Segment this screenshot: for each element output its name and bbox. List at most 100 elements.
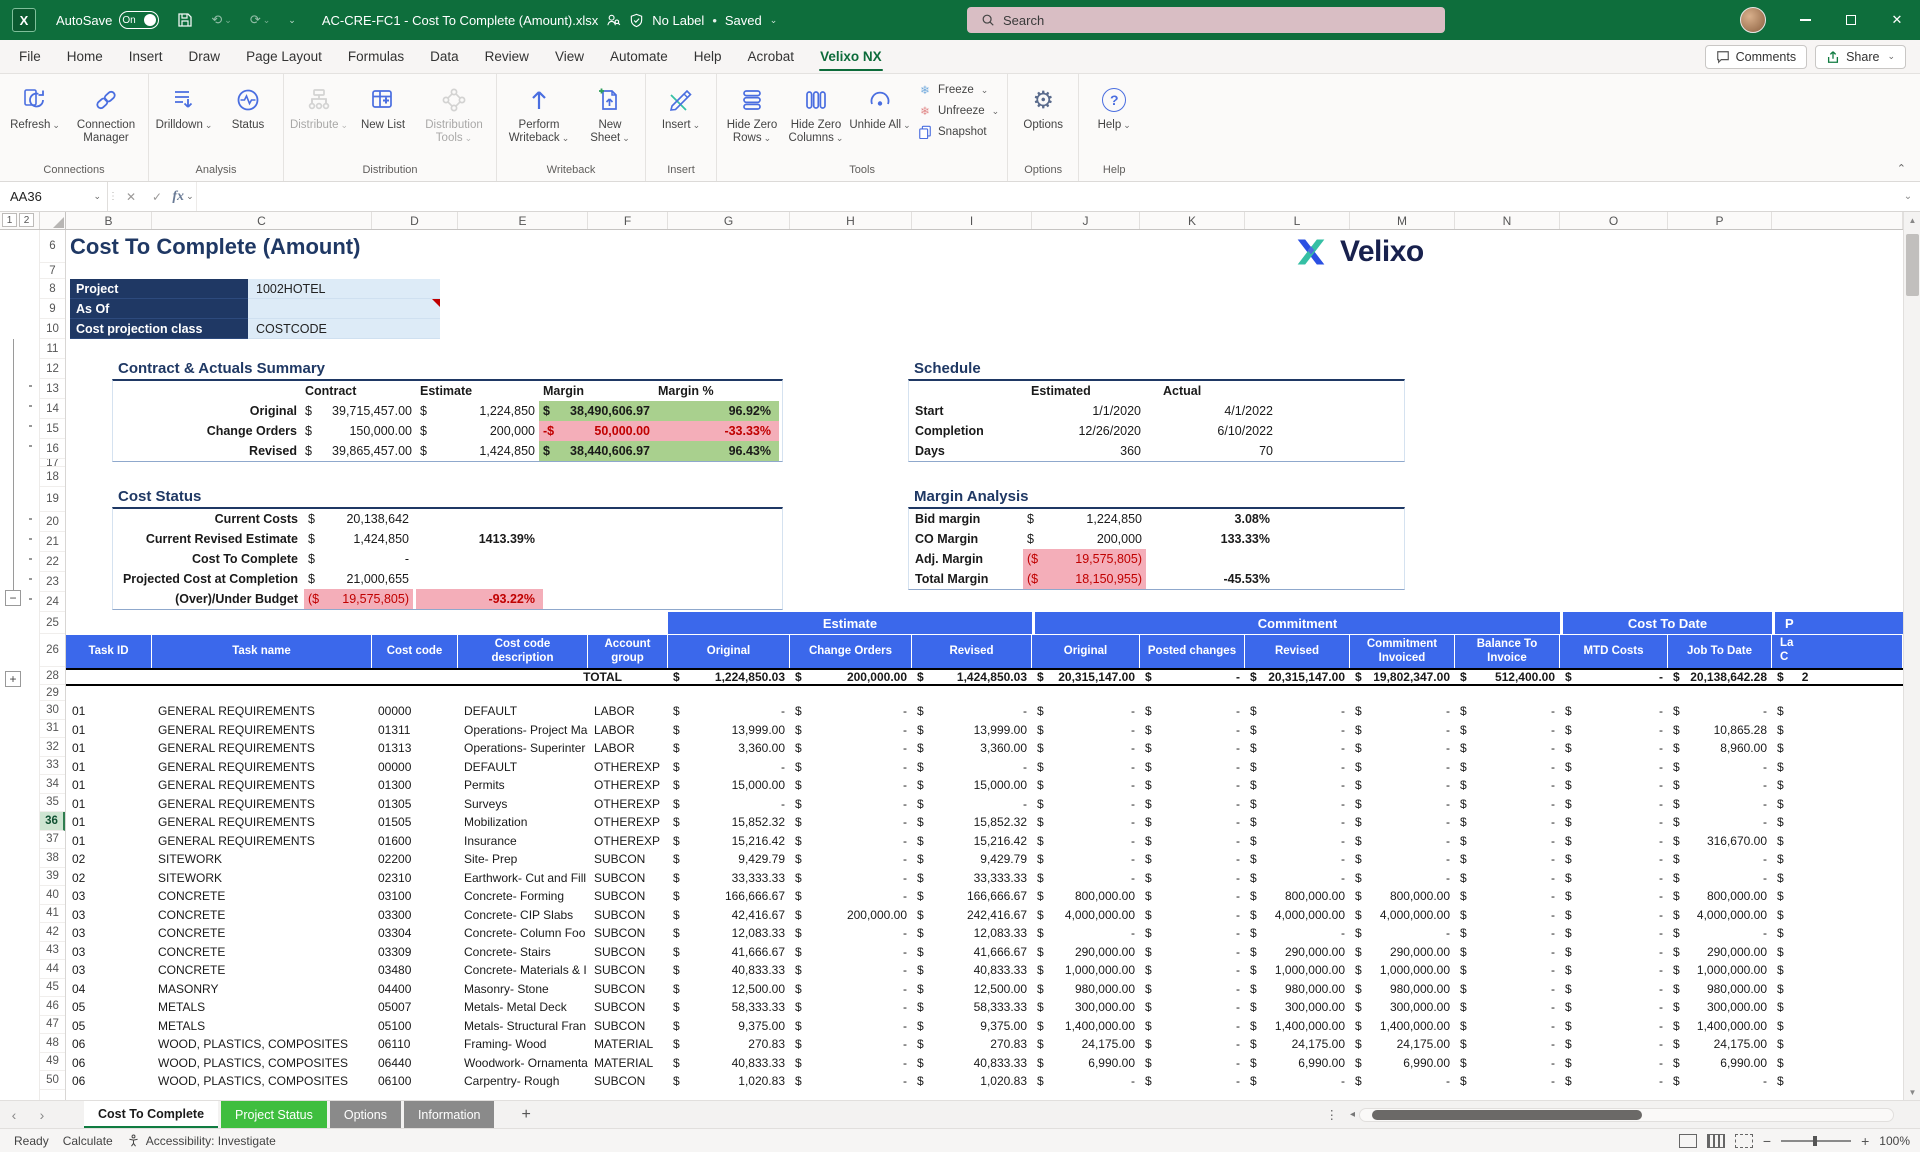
- row-header[interactable]: 24: [40, 592, 65, 612]
- row-header[interactable]: 29: [40, 685, 65, 701]
- unhide-all-button[interactable]: Unhide All⌄: [849, 78, 911, 132]
- outline-level-2-button[interactable]: 2: [19, 213, 34, 227]
- row-header[interactable]: 23: [40, 572, 65, 592]
- row-header[interactable]: 31: [40, 720, 65, 739]
- row-header[interactable]: 28: [40, 667, 65, 685]
- ribbon-tab[interactable]: Insert: [116, 40, 176, 73]
- row-header[interactable]: 38: [40, 849, 65, 868]
- drilldown-button[interactable]: Drilldown⌄: [153, 78, 215, 132]
- row-header[interactable]: 12: [40, 359, 65, 379]
- insert-button[interactable]: Insert⌄: [650, 78, 712, 132]
- select-all-corner[interactable]: [40, 212, 66, 229]
- row-header[interactable]: 16: [40, 439, 65, 459]
- row-header[interactable]: 8: [40, 279, 65, 299]
- row-header[interactable]: 6: [40, 230, 65, 263]
- user-avatar[interactable]: [1740, 7, 1766, 33]
- zoom-level[interactable]: 100%: [1879, 1134, 1910, 1148]
- ribbon-tab[interactable]: Automate: [597, 40, 681, 73]
- row-header[interactable]: 42: [40, 923, 65, 942]
- unfreeze-button[interactable]: ❄Unfreeze⌄: [913, 103, 1003, 119]
- share-button[interactable]: Share ⌄: [1815, 45, 1906, 69]
- row-header[interactable]: 32: [40, 738, 65, 757]
- table-row[interactable]: 03 CONCRETE 03100 Concrete- Forming SUBC…: [66, 887, 1903, 906]
- row-header[interactable]: 19: [40, 487, 65, 512]
- column-header[interactable]: F: [588, 212, 668, 229]
- table-row[interactable]: 03 CONCRETE 03480 Concrete- Materials & …: [66, 961, 1903, 980]
- row-header[interactable]: 10: [40, 319, 65, 339]
- table-row[interactable]: 03 CONCRETE 03309 Concrete- Stairs SUBCO…: [66, 943, 1903, 962]
- column-header[interactable]: N: [1455, 212, 1560, 229]
- distribution-tools-button[interactable]: Distribution Tools⌄: [416, 78, 492, 145]
- vertical-scroll-thumb[interactable]: [1906, 234, 1919, 296]
- table-row[interactable]: 03 CONCRETE 03304 Concrete- Column Foo S…: [66, 924, 1903, 943]
- calculate-status[interactable]: Calculate: [63, 1134, 113, 1148]
- row-header[interactable]: 22: [40, 552, 65, 572]
- table-row[interactable]: 01 GENERAL REQUIREMENTS 01305 Surveys OT…: [66, 795, 1903, 814]
- column-header[interactable]: J: [1032, 212, 1140, 229]
- table-row[interactable]: 01 GENERAL REQUIREMENTS 01313 Operations…: [66, 739, 1903, 758]
- close-button[interactable]: ✕: [1874, 0, 1920, 40]
- row-header[interactable]: 30: [40, 701, 65, 720]
- ribbon-tab[interactable]: Velixo NX: [807, 40, 895, 73]
- ribbon-tab[interactable]: Data: [417, 40, 472, 73]
- ribbon-tab[interactable]: Home: [54, 40, 116, 73]
- next-sheet-button[interactable]: ›: [28, 1107, 56, 1123]
- table-row[interactable]: 01 GENERAL REQUIREMENTS 01505 Mobilizati…: [66, 813, 1903, 832]
- ribbon-tab[interactable]: Acrobat: [735, 40, 808, 73]
- ribbon-tab[interactable]: Draw: [176, 40, 234, 73]
- ribbon-tab[interactable]: Page Layout: [233, 40, 335, 73]
- table-row[interactable]: 06 WOOD, PLASTICS, COMPOSITES 06440 Wood…: [66, 1054, 1903, 1073]
- sheet-tab-project-status[interactable]: Project Status: [221, 1101, 327, 1128]
- table-row[interactable]: 05 METALS 05100 Metals- Structural Fran …: [66, 1017, 1903, 1036]
- row-header[interactable]: 17: [40, 459, 65, 467]
- row-header[interactable]: 18: [40, 467, 65, 487]
- row-header[interactable]: 36: [40, 812, 65, 831]
- row-header[interactable]: 20: [40, 512, 65, 532]
- table-row[interactable]: 01 GENERAL REQUIREMENTS 00000 DEFAULT OT…: [66, 758, 1903, 777]
- column-header[interactable]: C: [152, 212, 372, 229]
- column-header[interactable]: D: [372, 212, 458, 229]
- ribbon-tab[interactable]: Review: [472, 40, 542, 73]
- column-header[interactable]: H: [790, 212, 912, 229]
- cancel-formula-button[interactable]: ✕: [118, 182, 144, 211]
- table-row[interactable]: 01 GENERAL REQUIREMENTS 00000 DEFAULT LA…: [66, 702, 1903, 721]
- row-header[interactable]: 11: [40, 339, 65, 359]
- zoom-in-button[interactable]: +: [1861, 1133, 1869, 1149]
- row-header[interactable]: 49: [40, 1053, 65, 1072]
- hide-zero-rows-button[interactable]: Hide Zero Rows⌄: [721, 78, 783, 145]
- accessibility-status[interactable]: Accessibility: Investigate: [127, 1134, 276, 1148]
- table-row[interactable]: 01 GENERAL REQUIREMENTS 01300 Permits OT…: [66, 776, 1903, 795]
- outline-level-1-button[interactable]: 1: [2, 213, 17, 227]
- ribbon-tab[interactable]: Help: [681, 40, 735, 73]
- new-sheet-button[interactable]: New Sheet⌄: [579, 78, 641, 145]
- collapse-ribbon-button[interactable]: ⌃: [1897, 162, 1906, 175]
- column-header[interactable]: P: [1668, 212, 1772, 229]
- column-header[interactable]: O: [1560, 212, 1668, 229]
- table-row[interactable]: 04 MASONRY 04400 Masonry- Stone SUBCON $…: [66, 980, 1903, 999]
- scroll-down-arrow[interactable]: ▼: [1904, 1084, 1920, 1100]
- help-button[interactable]: ? Help⌄: [1083, 78, 1145, 132]
- insert-function-button[interactable]: fx⌄: [170, 182, 196, 211]
- row-header[interactable]: 48: [40, 1034, 65, 1053]
- horizontal-scrollbar[interactable]: [1359, 1108, 1894, 1122]
- perform-writeback-button[interactable]: Perform Writeback⌄: [501, 78, 577, 145]
- column-header[interactable]: I: [912, 212, 1032, 229]
- row-header[interactable]: 40: [40, 886, 65, 905]
- row-header[interactable]: 43: [40, 942, 65, 961]
- zoom-out-button[interactable]: −: [1763, 1133, 1771, 1149]
- sensitivity-shield-icon[interactable]: [629, 13, 644, 28]
- normal-view-button[interactable]: [1679, 1134, 1697, 1148]
- connection-manager-button[interactable]: Connection Manager: [68, 78, 144, 145]
- row-header[interactable]: 13: [40, 379, 65, 399]
- minimize-button[interactable]: [1782, 0, 1828, 40]
- column-header[interactable]: B: [66, 212, 152, 229]
- row-header[interactable]: 25: [40, 612, 65, 634]
- row-header[interactable]: 37: [40, 831, 65, 850]
- param-value[interactable]: [248, 299, 440, 319]
- ribbon-tab[interactable]: Formulas: [335, 40, 417, 73]
- comments-button[interactable]: Comments: [1705, 45, 1807, 69]
- enter-formula-button[interactable]: ✓: [144, 182, 170, 211]
- table-row[interactable]: 01 GENERAL REQUIREMENTS 01311 Operations…: [66, 721, 1903, 740]
- row-header[interactable]: 7: [40, 263, 65, 279]
- row-header[interactable]: 39: [40, 868, 65, 887]
